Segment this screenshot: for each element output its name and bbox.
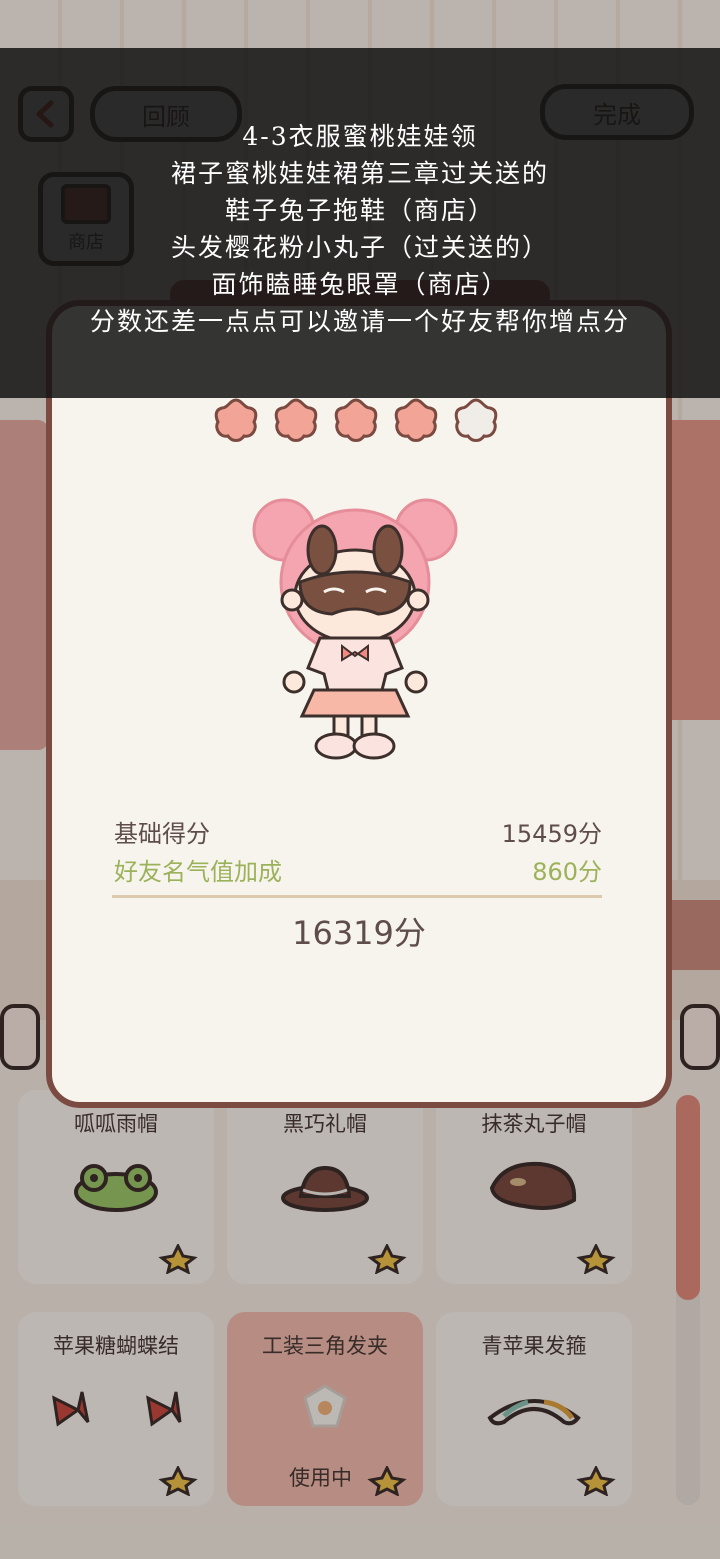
caption-line: 鞋子兔子拖鞋（商店）: [224, 196, 495, 225]
caption-line: 头发樱花粉小丸子（过关送的）: [170, 233, 549, 262]
score-divider: [112, 895, 602, 898]
character-avatar: [252, 498, 458, 760]
friend-bonus-value: 860分: [532, 858, 602, 886]
caption-line: 裙子蜜桃娃娃裙第三章过关送的: [170, 159, 549, 188]
caption-text: 4-3衣服蜜桃娃娃领 裙子蜜桃娃娃裙第三章过关送的 鞋子兔子拖鞋（商店） 头发樱…: [0, 118, 720, 340]
star-filled-icon: [214, 398, 258, 442]
star-filled-icon: [334, 398, 378, 442]
star-rating: [212, 396, 508, 444]
base-score-row: 基础得分 15459分: [114, 814, 602, 849]
star-filled-icon: [274, 398, 318, 442]
star-empty-icon: [454, 398, 498, 442]
base-score-label: 基础得分: [114, 820, 210, 848]
star-filled-icon: [394, 398, 438, 442]
caption-line: 4-3衣服蜜桃娃娃领: [242, 122, 478, 151]
friend-bonus-label: 好友名气值加成: [114, 858, 282, 886]
caption-line: 分数还差一点点可以邀请一个好友帮你增点分: [89, 307, 630, 336]
friend-bonus-row: 好友名气值加成 860分: [114, 852, 602, 887]
base-score-value: 15459分: [501, 820, 602, 848]
total-score: 16319分: [292, 914, 426, 952]
caption-line: 面饰瞌睡兔眼罩（商店）: [211, 270, 509, 299]
